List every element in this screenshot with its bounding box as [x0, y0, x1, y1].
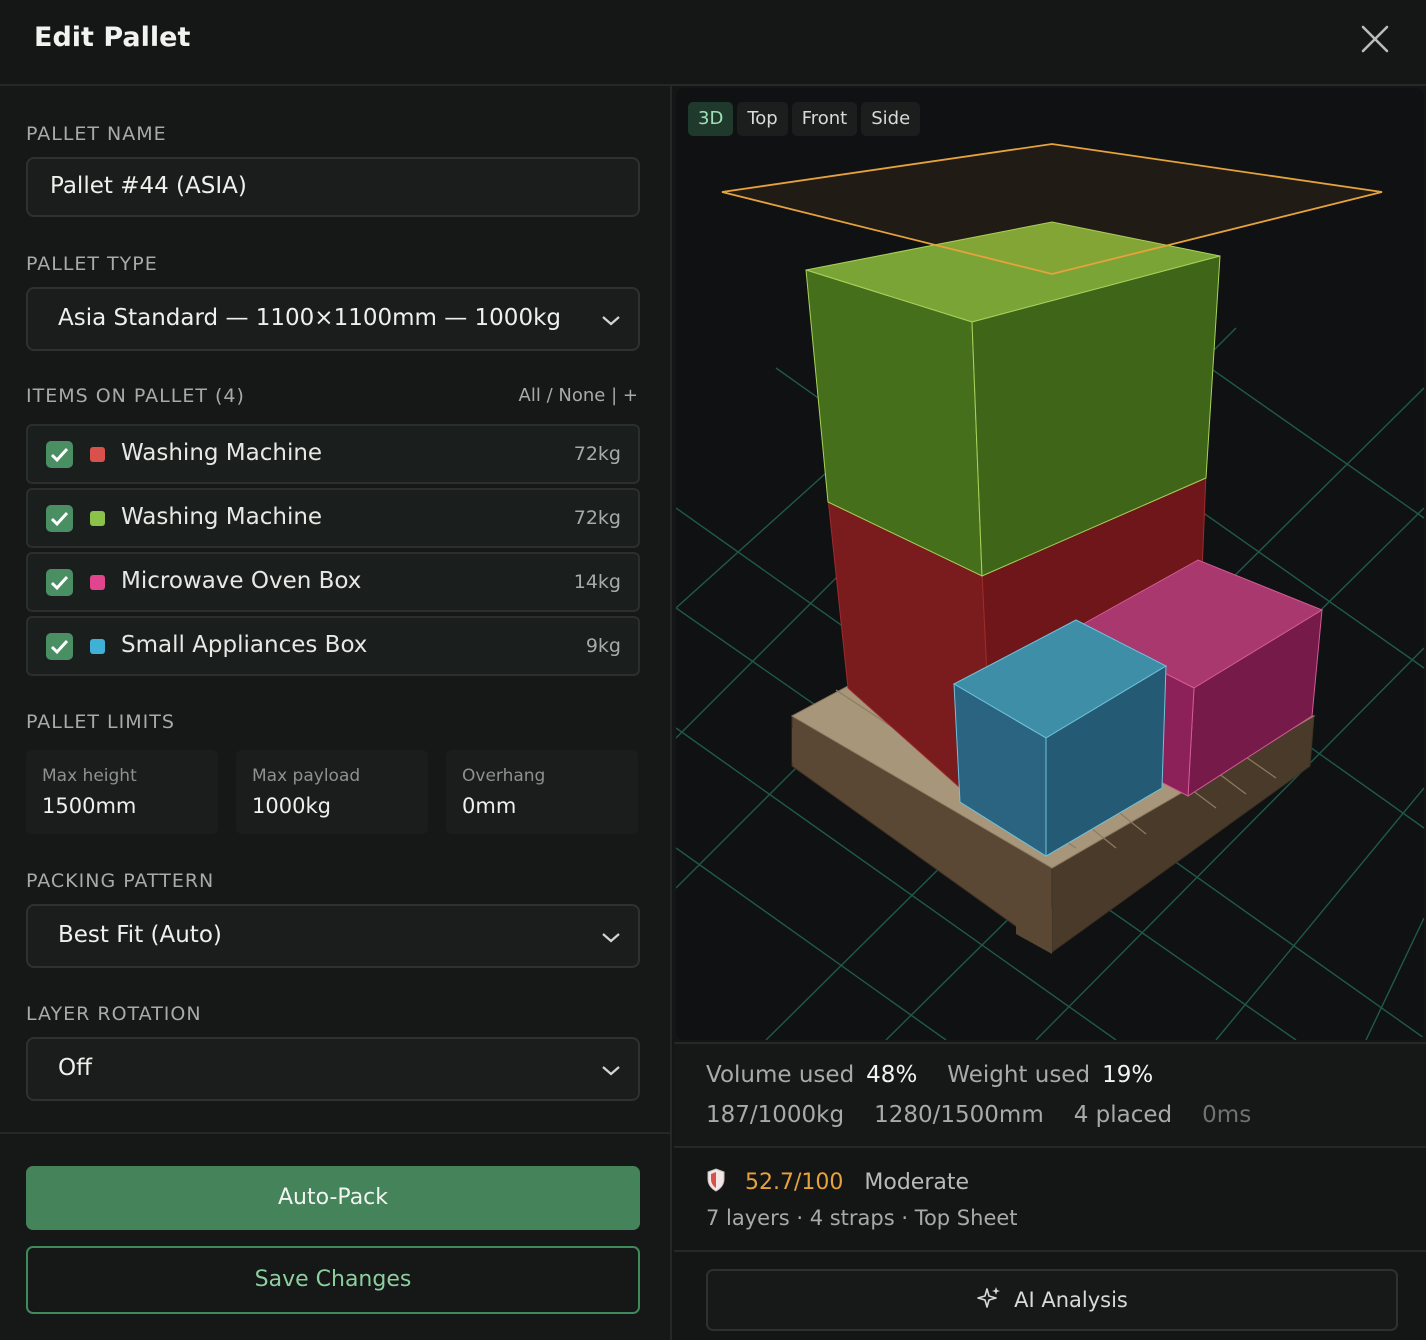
stats-bar: Volume used 48% Weight used 19% 187/1000kg 1…: [674, 1042, 1426, 1148]
tab-side[interactable]: Side: [861, 102, 921, 136]
detail-stats: 187/1000kg 1280/1500mm 4 placed 0ms: [706, 1102, 1251, 1128]
item-weight: 72kg: [573, 507, 621, 529]
dialog-title: Edit Pallet: [34, 22, 191, 53]
limit-key: Overhang: [462, 766, 546, 786]
item-weight: 14kg: [573, 571, 621, 593]
layer-rotation-select[interactable]: Off: [26, 1037, 640, 1101]
item-name: Washing Machine: [121, 440, 323, 466]
item-weight: 9kg: [585, 635, 621, 657]
auto-pack-button[interactable]: Auto-Pack: [26, 1166, 640, 1230]
3d-viewport[interactable]: 3D Top Front Side: [676, 88, 1424, 1040]
limit-value: 0mm: [462, 794, 517, 818]
max-height-plane: [721, 143, 1383, 275]
time-stat: 0ms: [1202, 1102, 1252, 1128]
stability-level: Moderate: [864, 1170, 970, 1195]
stability-score: 52.7/100 Moderate: [706, 1168, 969, 1195]
payload-stat: 187/1000kg: [706, 1102, 845, 1128]
placed-stat: 4 placed: [1073, 1102, 1173, 1128]
limit-max-height: Max height 1500mm: [26, 750, 218, 834]
limits-label: PALLET LIMITS: [26, 711, 175, 733]
item-weight: 72kg: [573, 443, 621, 465]
panel-divider: [674, 1250, 1426, 1252]
item-color-swatch: [90, 447, 105, 462]
pallet-3d-scene: [676, 143, 1424, 1040]
usage-stats: Volume used 48% Weight used 19%: [706, 1062, 1183, 1088]
check-icon: [50, 511, 69, 527]
viewer-panel: 3D Top Front Side Volume used 48% Weight u…: [674, 86, 1426, 1340]
item-checkbox[interactable]: [46, 569, 73, 596]
save-changes-button[interactable]: Save Changes: [26, 1246, 640, 1314]
pallet-name-label: PALLET NAME: [26, 123, 167, 145]
item-color-swatch: [90, 639, 105, 654]
select-none-link[interactable]: None: [558, 385, 605, 406]
tab-top[interactable]: Top: [737, 102, 788, 136]
limit-value: 1000kg: [252, 794, 331, 818]
list-item[interactable]: Microwave Oven Box 14kg: [26, 552, 640, 612]
ai-analysis-label: AI Analysis: [1014, 1288, 1128, 1312]
list-item[interactable]: Washing Machine 72kg: [26, 488, 640, 548]
limit-overhang: Overhang 0mm: [446, 750, 638, 834]
ai-analysis-button[interactable]: AI Analysis: [706, 1269, 1398, 1331]
item-checkbox[interactable]: [46, 505, 73, 532]
link-separator: /: [546, 385, 553, 406]
tab-3d[interactable]: 3D: [688, 102, 734, 136]
select-all-link[interactable]: All: [519, 385, 541, 406]
shield-icon: [707, 1168, 725, 1192]
items-label: ITEMS ON PALLET (4): [26, 385, 245, 407]
packing-pattern-value: Best Fit (Auto): [58, 922, 222, 948]
volume-value: 48%: [866, 1062, 918, 1088]
close-button[interactable]: [1358, 22, 1392, 56]
pallet-type-label: PALLET TYPE: [26, 253, 158, 275]
check-icon: [50, 447, 69, 463]
check-icon: [50, 639, 69, 655]
pallet-type-value: Asia Standard — 1100×1100mm — 1000kg: [58, 305, 561, 331]
pallet-name-input[interactable]: Pallet #44 (ASIA): [26, 157, 640, 217]
chevron-down-icon: [602, 1066, 620, 1076]
stability-details: 7 layers · 4 straps · Top Sheet: [706, 1206, 1018, 1230]
item-name: Small Appliances Box: [121, 632, 368, 658]
item-checkbox[interactable]: [46, 441, 73, 468]
layer-rotation-value: Off: [58, 1055, 92, 1081]
link-separator: |: [611, 385, 618, 406]
layer-rotation-label: LAYER ROTATION: [26, 1003, 202, 1025]
limit-key: Max payload: [252, 766, 361, 786]
chevron-down-icon: [602, 316, 620, 326]
pallet-name-value: Pallet #44 (ASIA): [50, 173, 247, 199]
items-selection-links: All / None | +: [519, 385, 638, 406]
check-icon: [50, 575, 69, 591]
list-item[interactable]: Small Appliances Box 9kg: [26, 616, 640, 676]
settings-panel: PALLET NAME Pallet #44 (ASIA) PALLET TYP…: [0, 86, 672, 1340]
pallet-type-select[interactable]: Asia Standard — 1100×1100mm — 1000kg: [26, 287, 640, 351]
item-name: Microwave Oven Box: [121, 568, 362, 594]
list-item[interactable]: Washing Machine 72kg: [26, 424, 640, 484]
item-name: Washing Machine: [121, 504, 323, 530]
add-item-link[interactable]: +: [623, 385, 638, 406]
weight-value: 19%: [1102, 1062, 1154, 1088]
height-stat: 1280/1500mm: [874, 1102, 1044, 1128]
tab-front[interactable]: Front: [791, 102, 858, 136]
packing-pattern-select[interactable]: Best Fit (Auto): [26, 904, 640, 968]
chevron-down-icon: [602, 933, 620, 943]
item-checkbox[interactable]: [46, 633, 73, 660]
sparkle-icon: [977, 1287, 1001, 1308]
panel-divider: [0, 1132, 672, 1134]
limit-max-payload: Max payload 1000kg: [236, 750, 428, 834]
weight-label: Weight used: [947, 1062, 1091, 1088]
item-color-swatch: [90, 575, 105, 590]
limit-value: 1500mm: [42, 794, 137, 818]
dialog-header: Edit Pallet: [0, 0, 1426, 86]
stability-score-value: 52.7/100: [745, 1170, 844, 1195]
volume-label: Volume used: [706, 1062, 855, 1088]
item-color-swatch: [90, 511, 105, 526]
view-tabs: 3D Top Front Side: [688, 102, 921, 136]
limit-key: Max height: [42, 766, 137, 786]
close-icon: [1361, 25, 1389, 53]
packing-pattern-label: PACKING PATTERN: [26, 870, 215, 892]
